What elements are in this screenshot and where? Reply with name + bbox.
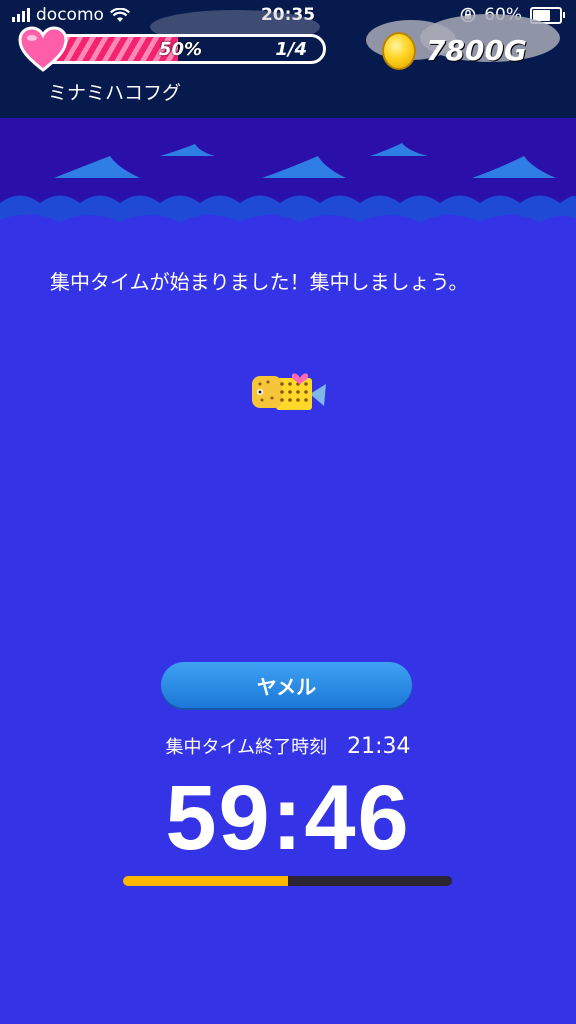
wave-decoration	[0, 118, 576, 248]
end-time-label: 集中タイム終了時刻	[165, 737, 328, 758]
heart-icon	[18, 26, 68, 72]
focus-message: 集中タイムが始まりました！集中しましょう。	[50, 270, 469, 294]
fish-name: ミナミハコフグ	[48, 82, 182, 104]
fish-icon	[252, 373, 326, 410]
end-time-value: 21:34	[347, 734, 411, 759]
end-time-row: 集中タイム終了時刻 21:34	[0, 733, 576, 759]
fish-progress-count: 1/4	[275, 39, 307, 60]
gold-amount: 7800G	[426, 34, 527, 67]
timer-progress-fill	[123, 876, 288, 886]
affection-gauge: 50% 1/4	[30, 34, 326, 64]
timer-progress-bar	[123, 876, 452, 886]
countdown-timer: 59:46	[165, 767, 411, 869]
gold-coin-icon	[382, 32, 416, 70]
quit-button[interactable]: ヤメル	[161, 662, 412, 708]
affection-percent: 50%	[159, 39, 203, 60]
